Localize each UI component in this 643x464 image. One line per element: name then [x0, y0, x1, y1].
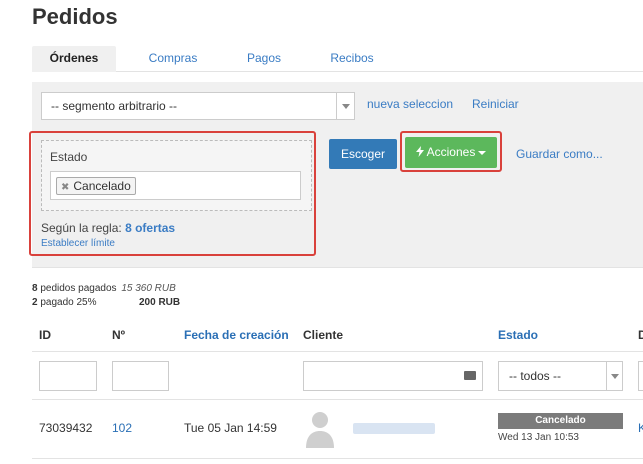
summary-paid-orders: 8 pedidos pagados 15 360 RUB [32, 283, 176, 294]
status-badge: Cancelado [498, 413, 623, 429]
row-id: 73039432 [39, 421, 93, 435]
column-header-next: D [638, 328, 643, 342]
rule-prefix: Según la regla: [41, 221, 122, 235]
tab-compras[interactable]: Compras [136, 46, 210, 72]
set-limit-link[interactable]: Establecer límite [41, 238, 115, 249]
row-created: Tue 05 Jan 14:59 [184, 421, 277, 435]
row-divider [32, 458, 643, 459]
column-header-created[interactable]: Fecha de creación [184, 328, 289, 342]
status-filter-select[interactable]: -- todos -- [498, 361, 623, 391]
partial-amount: 200 RUB [139, 297, 181, 308]
chevron-down-icon [606, 362, 622, 390]
reset-link[interactable]: Reiniciar [472, 97, 519, 111]
rule-offers-link[interactable]: 8 ofertas [125, 221, 175, 235]
estado-label: Estado [50, 150, 88, 164]
lightning-icon [415, 146, 424, 157]
tab-recibos[interactable]: Recibos [316, 46, 388, 72]
filter-divider [32, 399, 643, 400]
estado-tag: ✖ Cancelado [56, 177, 136, 195]
actions-button[interactable]: Acciones [405, 137, 497, 168]
choose-button[interactable]: Escoger [329, 139, 397, 169]
tab-pagos[interactable]: Pagos [232, 46, 296, 72]
segment-select-value: -- segmento arbitrario -- [51, 99, 178, 113]
new-selection-link[interactable]: nueva seleccion [367, 97, 453, 111]
paid-orders-count: 8 [32, 283, 38, 294]
header-divider [32, 351, 643, 352]
estado-tag-input[interactable]: ✖ Cancelado [50, 171, 301, 200]
close-icon[interactable]: ✖ [61, 182, 69, 193]
id-filter-input[interactable] [39, 361, 97, 391]
number-filter-input[interactable] [112, 361, 169, 391]
column-header-client: Cliente [303, 328, 344, 342]
row-next-link[interactable]: K [638, 421, 643, 435]
partial-count: 2 [32, 297, 38, 308]
status-filter-value: -- todos -- [509, 369, 562, 383]
tab-ordenes[interactable]: Órdenes [32, 46, 116, 72]
actions-button-label: Acciones [426, 145, 476, 159]
column-header-id: ID [39, 328, 51, 342]
client-filter-input[interactable] [303, 361, 483, 391]
paid-orders-label: pedidos pagados [40, 283, 117, 294]
page-title: Pedidos [32, 4, 118, 29]
column-header-number: Nº [112, 328, 126, 342]
chevron-down-icon [336, 93, 354, 119]
next-filter-input[interactable] [638, 361, 643, 391]
status-date: Wed 13 Jan 10:53 [498, 432, 579, 443]
avatar-icon [306, 412, 334, 448]
card-icon[interactable] [464, 371, 476, 380]
caret-down-icon [478, 150, 487, 155]
summary-partial: 2 pagado 25% [32, 297, 97, 308]
save-as-link[interactable]: Guardar como... [516, 147, 603, 161]
rule-summary: Según la regla: 8 ofertas [41, 221, 175, 235]
estado-tag-label: Cancelado [73, 179, 131, 193]
row-number-link[interactable]: 102 [112, 421, 132, 435]
segment-select[interactable]: -- segmento arbitrario -- [41, 92, 355, 120]
partial-label: pagado 25% [40, 297, 97, 308]
column-header-status[interactable]: Estado [498, 328, 538, 342]
paid-orders-amount: 15 360 RUB [121, 283, 176, 294]
tabs-bar: Órdenes Compras Pagos Recibos [32, 46, 643, 72]
client-name-redacted[interactable] [353, 423, 435, 434]
